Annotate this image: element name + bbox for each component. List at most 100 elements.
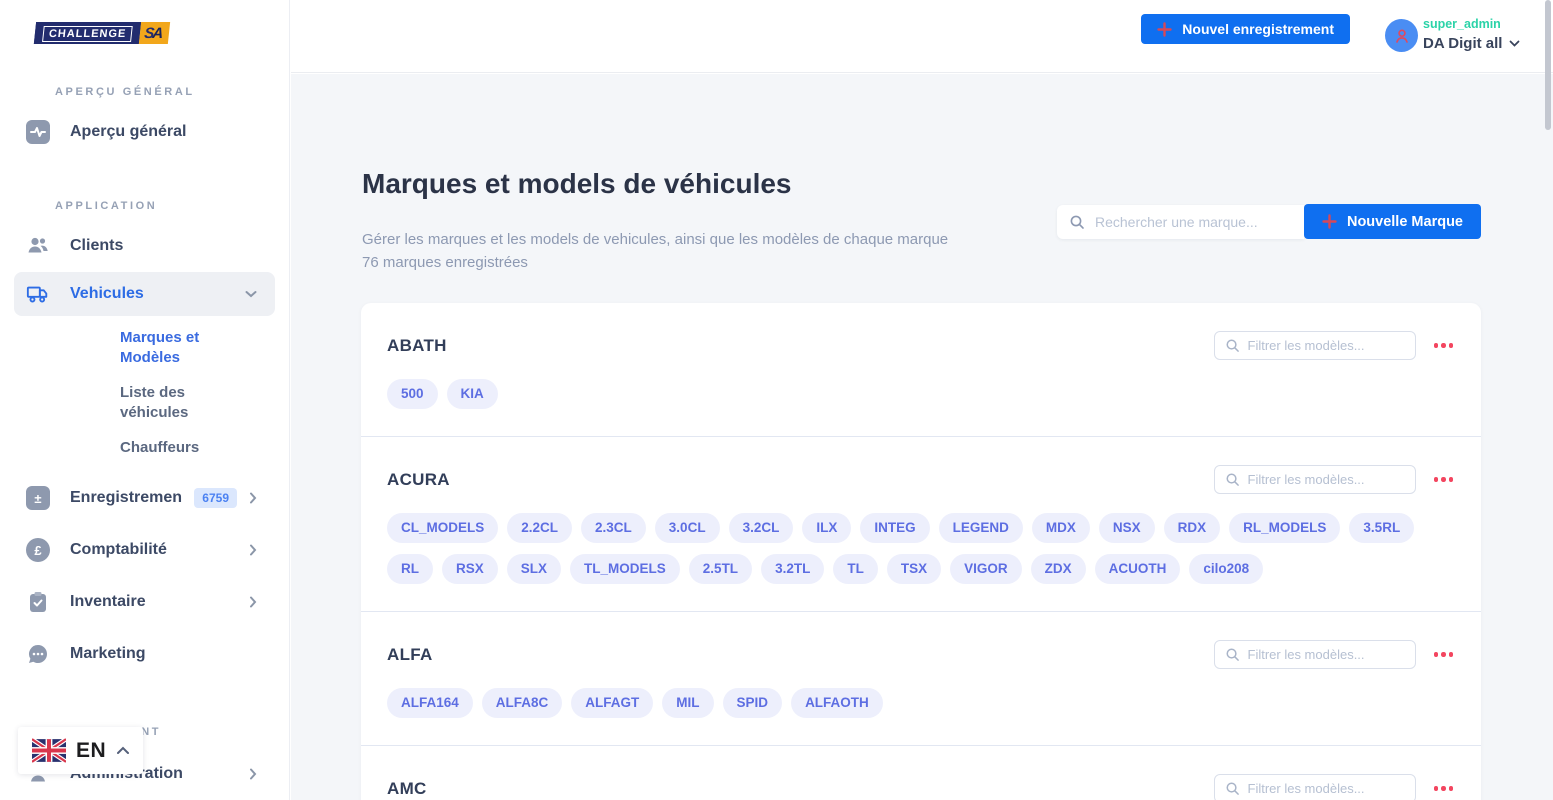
model-filter-input[interactable] [1247, 781, 1405, 796]
plus-icon [1322, 214, 1337, 229]
model-tag[interactable]: ALFA8C [481, 688, 563, 718]
model-filter-input[interactable] [1247, 338, 1405, 353]
search-icon [1225, 647, 1240, 662]
search-icon [1225, 472, 1240, 487]
brand-card: ABATH 500 KIA [361, 303, 1481, 436]
search-icon [1225, 338, 1240, 353]
model-tag[interactable]: TL_MODELS [570, 554, 680, 584]
user-name: DA Digit all [1423, 35, 1503, 52]
pound-icon: £ [26, 538, 50, 562]
users-icon [26, 234, 50, 258]
model-tag[interactable]: ALFAGT [571, 688, 654, 718]
user-role: super_admin [1423, 17, 1501, 31]
model-tag[interactable]: ALFAOTH [791, 688, 883, 718]
brand-search [1056, 204, 1304, 239]
model-tag[interactable]: RDX [1163, 513, 1221, 543]
submenu-item-marques-modeles[interactable]: Marques et Modèles [120, 328, 224, 368]
model-tag[interactable]: NSX [1098, 513, 1155, 543]
model-tag[interactable]: MIL [662, 688, 714, 718]
chevron-right-icon [249, 768, 257, 780]
model-tag[interactable]: ZDX [1030, 554, 1086, 584]
brand-search-input[interactable] [1094, 213, 1292, 230]
chevron-down-icon [245, 290, 257, 298]
search-icon [1069, 214, 1085, 230]
search-icon [1225, 781, 1240, 796]
brand-name: AMC [387, 778, 427, 798]
more-options-icon[interactable] [1432, 339, 1456, 352]
user-menu[interactable]: super_admin DA Digit all [1423, 17, 1523, 52]
more-options-icon[interactable] [1432, 473, 1456, 486]
app-logo[interactable]: CHALLENGE SA [33, 22, 171, 44]
model-tag[interactable]: 3.0CL [654, 513, 720, 543]
model-tag[interactable]: ACUOTH [1094, 554, 1181, 584]
chevron-down-icon [1509, 40, 1520, 47]
brand-card: ACURA CL_MODELS 2.2CL 2.3CL 3.0CL 3.2CL ILX IN… [361, 436, 1481, 611]
brands-list: ABATH 500 KIA ACURA [361, 303, 1481, 800]
new-brand-button[interactable]: Nouvelle Marque [1303, 204, 1481, 239]
model-filter-input[interactable] [1247, 647, 1405, 662]
section-overview-label: APERÇU GÉNÉRAL [55, 86, 195, 98]
model-tag[interactable]: 3.2TL [761, 554, 825, 584]
language-code: EN [76, 738, 107, 762]
model-tag[interactable]: cilo208 [1189, 554, 1264, 584]
model-tag[interactable]: RSX [442, 554, 498, 584]
model-tag[interactable]: RL [387, 554, 433, 584]
sidebar-item-marketing[interactable]: Marketing [14, 632, 275, 676]
model-tag[interactable]: INTEG [860, 513, 930, 543]
truck-icon [26, 282, 50, 306]
model-tag[interactable]: CL_MODELS [387, 513, 499, 543]
sidebar-item-label: Enregistremen [70, 489, 183, 506]
sidebar-item-comptabilite[interactable]: £ Comptabilité [14, 528, 275, 572]
chevron-right-icon [249, 492, 257, 504]
brand-count: 76 marques enregistrées [362, 254, 528, 271]
sidebar-item-enregistrement[interactable]: ± Enregistremen 6759 [14, 476, 275, 520]
model-tag[interactable]: 2.2CL [507, 513, 573, 543]
sidebar-item-label: Clients [70, 237, 124, 254]
brand-name: ABATH [387, 335, 447, 355]
model-tag[interactable]: MDX [1031, 513, 1090, 543]
model-tag[interactable]: LEGEND [938, 513, 1023, 543]
activity-icon [26, 120, 50, 144]
page-subtitle: Gérer les marques et les models de vehic… [362, 231, 949, 248]
more-options-icon[interactable] [1432, 648, 1456, 661]
model-filter [1213, 774, 1416, 800]
model-tag[interactable]: VIGOR [950, 554, 1022, 584]
model-tag[interactable]: 500 [387, 379, 438, 409]
model-tag[interactable]: 3.2CL [728, 513, 794, 543]
brand-name: ACURA [387, 469, 450, 489]
submenu-item-liste-vehicules[interactable]: Liste des véhicules [120, 383, 224, 423]
model-tag[interactable]: SLX [506, 554, 562, 584]
model-filter [1213, 331, 1416, 360]
uk-flag-icon [32, 738, 66, 763]
model-tags: 500 KIA [387, 379, 1455, 409]
model-tag[interactable]: ALFA164 [387, 688, 473, 718]
sidebar-item-clients[interactable]: Clients [14, 224, 275, 268]
model-tag[interactable]: 3.5RL [1349, 513, 1415, 543]
model-tag[interactable]: 2.5TL [688, 554, 753, 584]
scrollbar-thumb[interactable] [1545, 0, 1551, 130]
model-tag[interactable]: TL [833, 554, 878, 584]
model-tag[interactable]: 2.3CL [581, 513, 646, 543]
avatar[interactable] [1385, 19, 1418, 52]
model-tags: CL_MODELS 2.2CL 2.3CL 3.0CL 3.2CL ILX INTEG LEG… [387, 513, 1455, 584]
model-filter-input[interactable] [1247, 472, 1405, 487]
chevron-right-icon [249, 596, 257, 608]
sidebar-item-vehicles[interactable]: Vehicules [14, 272, 275, 316]
sidebar-item-inventaire[interactable]: Inventaire [14, 580, 275, 624]
model-tag[interactable]: ILX [802, 513, 852, 543]
sidebar-item-label: Inventaire [70, 593, 146, 610]
language-selector[interactable]: EN [18, 727, 143, 774]
model-tag[interactable]: RL_MODELS [1229, 513, 1341, 543]
sidebar-item-overview[interactable]: Aperçu général [14, 110, 275, 154]
more-options-icon[interactable] [1432, 782, 1456, 795]
model-tag[interactable]: SPID [722, 688, 783, 718]
vehicles-submenu: Marques et Modèles Liste des véhicules C… [120, 328, 289, 458]
new-record-button[interactable]: Nouvel enregistrement [1141, 14, 1350, 44]
submenu-item-chauffeurs[interactable]: Chauffeurs [120, 438, 224, 458]
sidebar-item-label: Marketing [70, 645, 146, 662]
main-content: Marques et models de véhicules Gérer les… [291, 74, 1553, 800]
model-tag[interactable]: TSX [886, 554, 942, 584]
model-tag[interactable]: KIA [446, 379, 498, 409]
section-application-label: APPLICATION [55, 200, 158, 212]
model-tags: ALFA164 ALFA8C ALFAGT MIL SPID ALFAOTH [387, 688, 1455, 718]
